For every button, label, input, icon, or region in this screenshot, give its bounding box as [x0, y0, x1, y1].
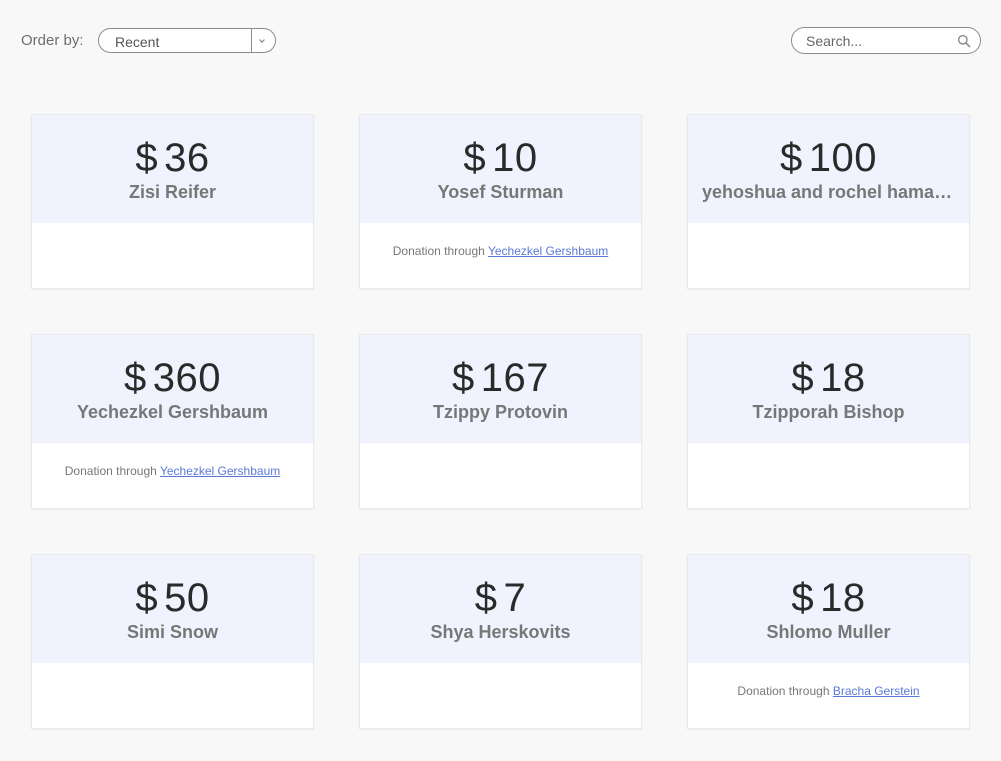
donation-card-header: $50 Simi Snow	[32, 555, 313, 663]
search-box[interactable]	[791, 27, 981, 54]
donor-name: yehoshua and rochel hamaoui	[702, 182, 955, 202]
donation-amount: $50	[32, 577, 313, 619]
currency-symbol: $	[791, 576, 815, 620]
donation-card: $36 Zisi Reifer	[31, 114, 314, 289]
currency-symbol: $	[135, 136, 159, 180]
donation-amount: $18	[688, 357, 969, 399]
donation-card-body: Donation through Yechezkel Gershbaum	[32, 443, 313, 508]
order-by-value: Recent	[115, 34, 160, 50]
donation-card: $18 Tzipporah Bishop	[687, 334, 970, 509]
amount-value: 50	[164, 576, 210, 620]
currency-symbol: $	[452, 356, 475, 400]
search-icon[interactable]	[957, 34, 971, 48]
donation-amount: $36	[32, 137, 313, 179]
currency-symbol: $	[135, 576, 159, 620]
donation-amount: $167	[360, 357, 641, 399]
currency-symbol: $	[463, 136, 487, 180]
amount-value: 10	[492, 136, 538, 180]
donation-card: $167 Tzippy Protovin	[359, 334, 642, 509]
toolbar: Order by: Recent	[0, 0, 1001, 84]
fundraiser-link[interactable]: Yechezkel Gershbaum	[488, 244, 608, 258]
donation-card: $100 yehoshua and rochel hamaoui	[687, 114, 970, 289]
order-by-label: Order by:	[21, 32, 84, 49]
donation-amount: $18	[688, 577, 969, 619]
amount-value: 36	[164, 136, 210, 180]
amount-value: 167	[480, 356, 549, 400]
donation-amount: $360	[32, 357, 313, 399]
amount-value: 18	[820, 576, 866, 620]
donations-grid: $36 Zisi Reifer $10 Yosef Sturman Donati…	[31, 114, 971, 729]
donation-amount: $10	[360, 137, 641, 179]
currency-symbol: $	[124, 356, 147, 400]
donation-card: $360 Yechezkel Gershbaum Donation throug…	[31, 334, 314, 509]
donation-through: Donation through Yechezkel Gershbaum	[360, 244, 641, 259]
donation-through-label: Donation through	[737, 684, 830, 698]
donation-card-header: $18 Shlomo Muller	[688, 555, 969, 663]
donation-card: $10 Yosef Sturman Donation through Yeche…	[359, 114, 642, 289]
amount-value: 360	[152, 356, 221, 400]
donation-through: Donation through Yechezkel Gershbaum	[32, 464, 313, 479]
donor-name: Zisi Reifer	[128, 182, 217, 202]
donation-amount: $100	[688, 137, 969, 179]
donation-card-header: $7 Shya Herskovits	[360, 555, 641, 663]
donation-card-body	[360, 663, 641, 728]
donor-name: Yechezkel Gershbaum	[76, 402, 269, 422]
donation-card-body: Donation through Bracha Gerstein	[688, 663, 969, 728]
donation-card-header: $100 yehoshua and rochel hamaoui	[688, 115, 969, 223]
donation-card-header: $18 Tzipporah Bishop	[688, 335, 969, 443]
currency-symbol: $	[791, 356, 815, 400]
donation-through: Donation through Bracha Gerstein	[688, 684, 969, 699]
donation-card-header: $10 Yosef Sturman	[360, 115, 641, 223]
donation-card-body	[688, 443, 969, 508]
donation-through-label: Donation through	[64, 464, 157, 478]
donor-name: Simi Snow	[126, 622, 218, 642]
donation-card: $50 Simi Snow	[31, 554, 314, 729]
fundraiser-link[interactable]: Yechezkel Gershbaum	[160, 464, 280, 478]
donation-card-header: $360 Yechezkel Gershbaum	[32, 335, 313, 443]
currency-symbol: $	[780, 136, 803, 180]
donation-card-body	[32, 663, 313, 728]
donor-name: Tzippy Protovin	[433, 402, 568, 422]
amount-value: 7	[503, 576, 527, 620]
amount-value: 18	[820, 356, 866, 400]
donation-card: $18 Shlomo Muller Donation through Brach…	[687, 554, 970, 729]
donation-card-body	[360, 443, 641, 508]
donation-card: $7 Shya Herskovits	[359, 554, 642, 729]
fundraiser-link[interactable]: Bracha Gerstein	[833, 684, 920, 698]
donation-card-body	[688, 223, 969, 288]
currency-symbol: $	[474, 576, 498, 620]
donation-through-label: Donation through	[392, 244, 485, 258]
donation-card-body: Donation through Yechezkel Gershbaum	[360, 223, 641, 288]
donor-name: Shlomo Muller	[766, 622, 891, 642]
donor-name: Yosef Sturman	[437, 182, 564, 202]
order-by-select[interactable]: Recent	[98, 28, 276, 53]
donation-amount: $7	[360, 577, 641, 619]
donation-card-body	[32, 223, 313, 288]
search-input[interactable]	[806, 31, 946, 50]
donation-card-header: $167 Tzippy Protovin	[360, 335, 641, 443]
donor-name: Tzipporah Bishop	[752, 402, 905, 422]
amount-value: 100	[808, 136, 877, 180]
chevron-down-icon[interactable]	[257, 36, 267, 46]
donation-card-header: $36 Zisi Reifer	[32, 115, 313, 223]
select-divider	[251, 29, 252, 52]
donor-name: Shya Herskovits	[430, 622, 571, 642]
